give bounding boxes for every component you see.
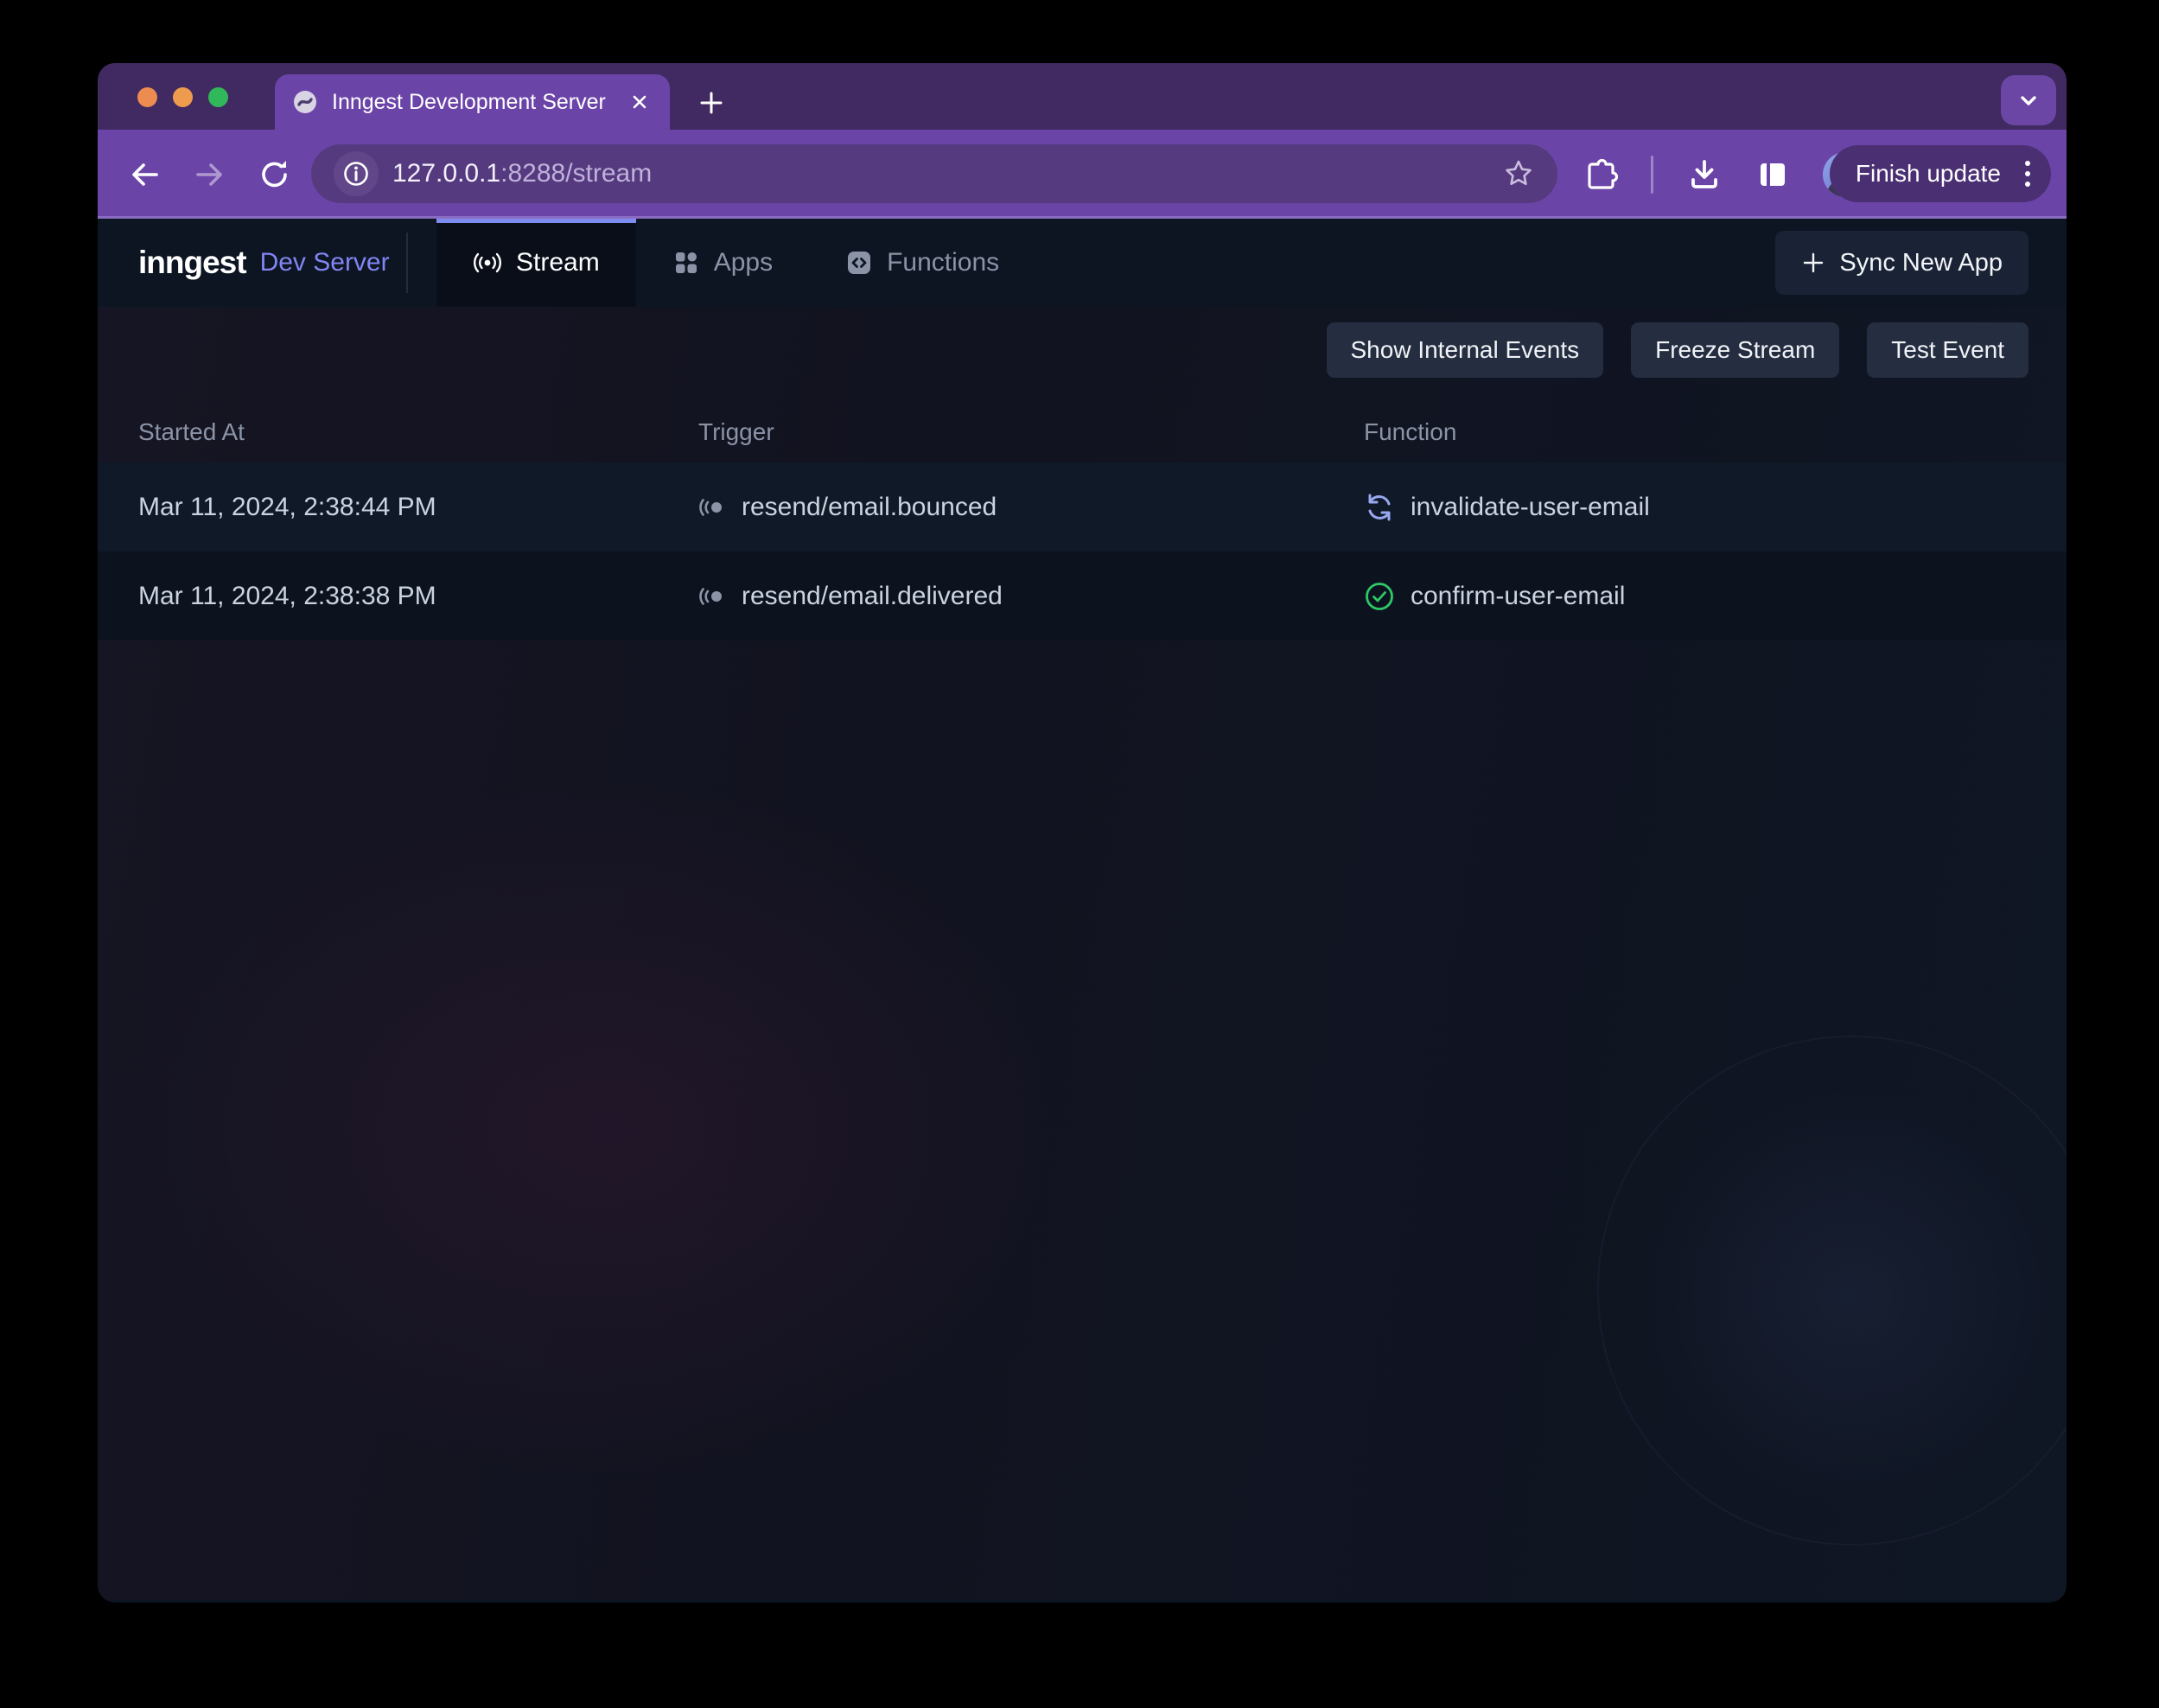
minimize-window-button[interactable]: [173, 87, 193, 107]
browser-tab[interactable]: Inngest Development Server: [275, 74, 670, 130]
column-started-at: Started At: [138, 418, 245, 446]
running-status-icon: [1364, 492, 1395, 523]
column-function: Function: [1364, 418, 1456, 446]
event-trigger-icon: [698, 583, 726, 610]
browser-menu-kebab-icon[interactable]: [2020, 156, 2035, 192]
tab-stream-label: Stream: [516, 248, 600, 277]
sync-new-app-button[interactable]: Sync New App: [1775, 231, 2028, 295]
url-bar[interactable]: 127.0.0.1:8288/stream: [311, 144, 1557, 203]
show-internal-events-button[interactable]: Show Internal Events: [1327, 322, 1604, 378]
tab-functions-label: Functions: [887, 248, 999, 277]
dev-server-label: Dev Server: [260, 248, 390, 277]
table-row[interactable]: Mar 11, 2024, 2:38:38 PM resend/email.de…: [98, 551, 2067, 640]
tab-apps-label: Apps: [714, 248, 773, 277]
brand: inngest Dev Server: [138, 219, 390, 307]
tab-stream[interactable]: Stream: [436, 219, 636, 307]
test-event-button[interactable]: Test Event: [1867, 322, 2028, 378]
close-window-button[interactable]: [137, 87, 157, 107]
downloads-icon[interactable]: [1686, 156, 1723, 193]
apps-icon: [672, 249, 700, 277]
new-tab-button[interactable]: [692, 84, 730, 122]
maximize-window-button[interactable]: [208, 87, 228, 107]
freeze-stream-button[interactable]: Freeze Stream: [1631, 322, 1839, 378]
table-row[interactable]: Mar 11, 2024, 2:38:44 PM resend/email.bo…: [98, 462, 2067, 551]
trigger-cell: resend/email.delivered: [698, 551, 1003, 640]
reload-icon[interactable]: [255, 155, 295, 194]
forward-icon[interactable]: [189, 155, 229, 194]
plus-icon: [1801, 251, 1825, 275]
app-header: inngest Dev Server Stream: [98, 219, 2067, 307]
background-ring-decoration: [1597, 1036, 2067, 1545]
tab-close-icon[interactable]: [627, 89, 653, 115]
stream-icon: [473, 248, 502, 277]
started-at-cell: Mar 11, 2024, 2:38:44 PM: [138, 462, 436, 551]
extensions-icon[interactable]: [1582, 156, 1618, 193]
browser-tab-strip: Inngest Development Server: [98, 63, 2067, 130]
site-info-icon[interactable]: [334, 151, 379, 196]
tab-apps[interactable]: Apps: [636, 219, 809, 307]
column-trigger: Trigger: [698, 418, 774, 446]
browser-window: Inngest Development Server: [98, 63, 2067, 1603]
tab-functions[interactable]: Functions: [809, 219, 1035, 307]
bookmark-star-icon[interactable]: [1502, 157, 1535, 190]
trigger-cell: resend/email.bounced: [698, 462, 997, 551]
finish-update-button[interactable]: Finish update: [1830, 145, 2051, 202]
header-divider: [406, 233, 408, 293]
table-header: Started At Trigger Function: [98, 406, 2067, 462]
inngest-favicon: [292, 89, 318, 115]
traffic-lights: [137, 87, 228, 107]
back-icon[interactable]: [125, 155, 165, 194]
url-text: 127.0.0.1:8288/stream: [392, 159, 652, 188]
browser-toolbar: 127.0.0.1:8288/stream: [98, 130, 2067, 219]
toolbar-divider: [1651, 156, 1653, 194]
inngest-app: inngest Dev Server Stream: [98, 219, 2067, 1600]
tab-title: Inngest Development Server: [332, 90, 613, 115]
inngest-logo: inngest: [138, 245, 246, 281]
functions-icon: [845, 249, 873, 277]
app-nav: Stream Apps Functions: [436, 219, 1035, 307]
stream-actions: Show Internal Events Freeze Stream Test …: [1327, 322, 2029, 378]
function-cell: confirm-user-email: [1364, 551, 1625, 640]
side-panel-icon[interactable]: [1755, 157, 1790, 192]
function-cell: invalidate-user-email: [1364, 462, 1650, 551]
toolbar-right-icons: [1582, 130, 1868, 219]
event-trigger-icon: [698, 494, 726, 521]
tab-search-chevron-button[interactable]: [2001, 75, 2056, 125]
started-at-cell: Mar 11, 2024, 2:38:38 PM: [138, 551, 436, 640]
completed-status-icon: [1364, 581, 1395, 612]
